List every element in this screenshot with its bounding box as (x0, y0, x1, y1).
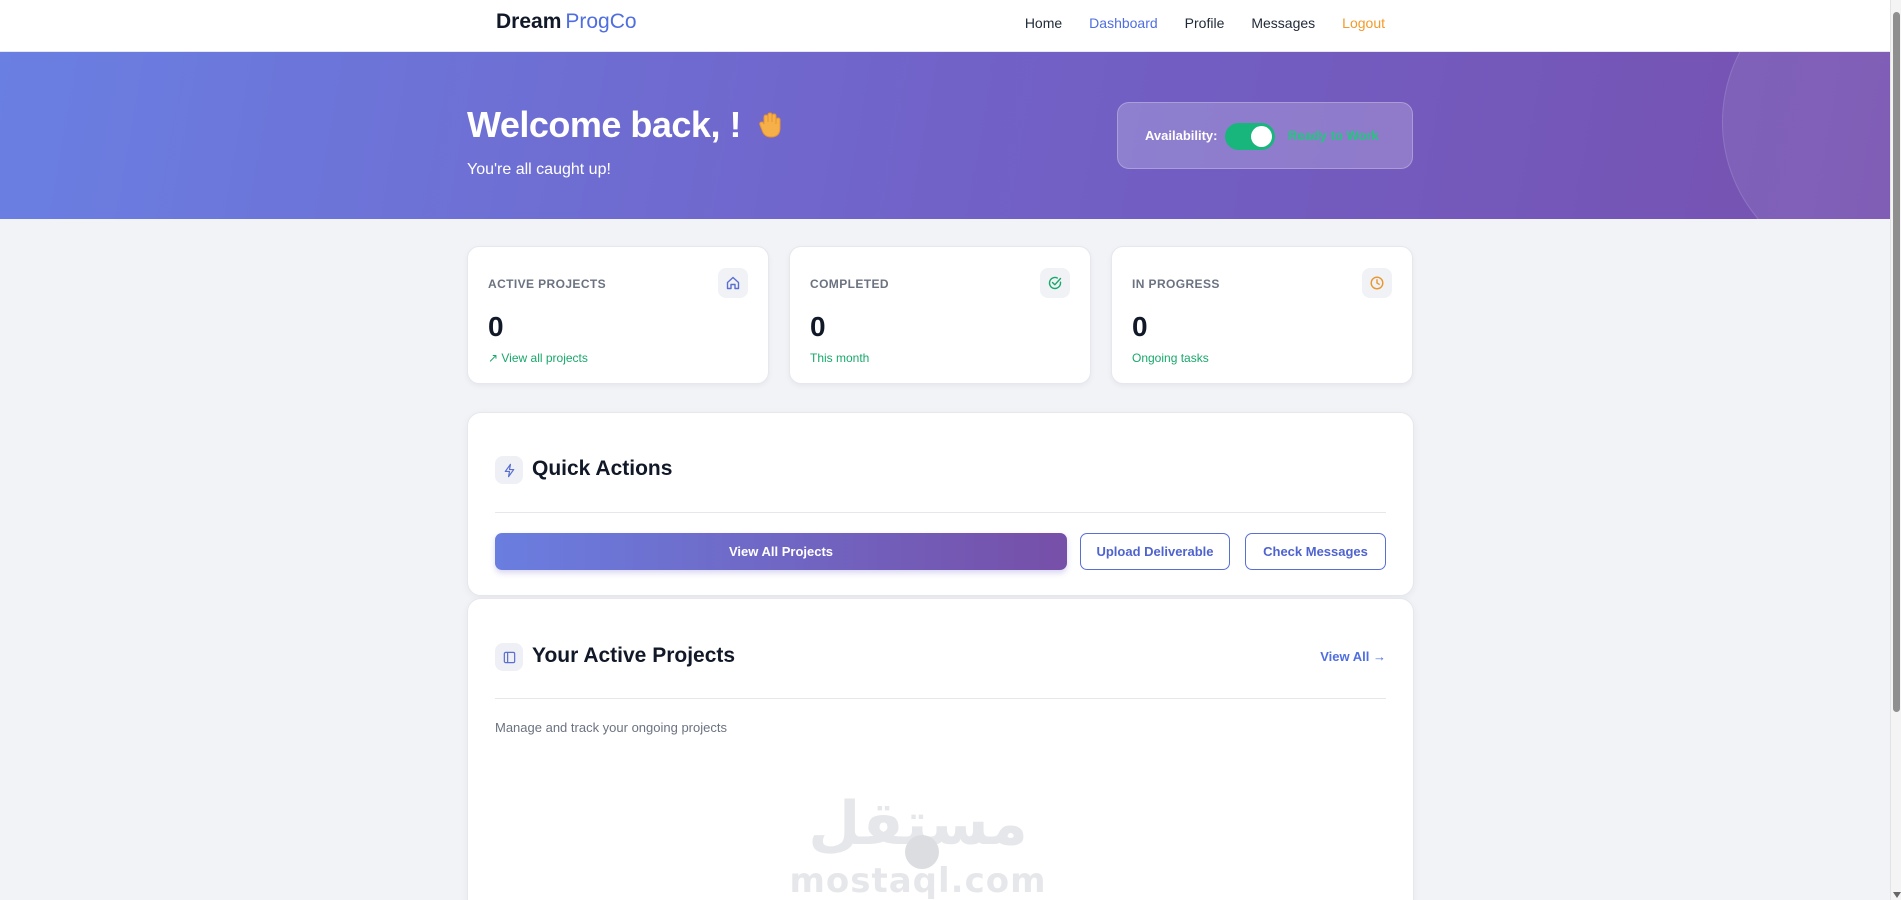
upload-deliverable-button[interactable]: Upload Deliverable (1080, 533, 1230, 570)
hero-decoration (1722, 52, 1890, 219)
scrollbar-thumb[interactable] (1893, 12, 1900, 712)
welcome-subtitle: You're all caught up! (467, 161, 611, 178)
stat-caption: Ongoing tasks (1132, 351, 1209, 365)
check-messages-button[interactable]: Check Messages (1245, 533, 1386, 570)
brand-logo[interactable]: Dream ProgCo (496, 10, 637, 34)
sidebar-layout-icon (495, 643, 523, 671)
availability-panel: Availability: Ready to Work (1117, 102, 1413, 169)
nav-links: Home Dashboard Profile Messages Logout (1025, 15, 1385, 31)
nav-home-link[interactable]: Home (1025, 15, 1062, 31)
stat-label: COMPLETED (810, 277, 889, 291)
nav-messages-link[interactable]: Messages (1251, 15, 1315, 31)
home-icon (718, 268, 748, 298)
nav-profile-link[interactable]: Profile (1185, 15, 1225, 31)
top-navbar: Dream ProgCo Home Dashboard Profile Messa… (0, 0, 1890, 52)
availability-toggle[interactable] (1225, 123, 1275, 150)
view-all-projects-link[interactable]: ↗ View all projects (488, 351, 588, 365)
stat-card-completed: COMPLETED 0 This month (789, 246, 1091, 384)
availability-label: Availability: (1145, 128, 1218, 143)
stat-caption: This month (810, 351, 870, 365)
stat-value: 0 (810, 311, 826, 342)
page-scrollbar[interactable] (1890, 0, 1901, 900)
view-all-projects-button[interactable]: View All Projects (495, 533, 1067, 570)
mostaql-watermark: مستقل mostaql.com (768, 789, 1068, 900)
quick-actions-title: Quick Actions (532, 457, 673, 480)
stat-card-active-projects: ACTIVE PROJECTS 0 ↗ View all projects (467, 246, 769, 384)
clock-icon (1362, 268, 1392, 298)
divider (495, 698, 1386, 699)
stat-value: 0 (488, 311, 504, 342)
waving-hand-icon (759, 112, 781, 138)
scroll-down-arrow-icon[interactable] (1893, 892, 1901, 898)
stat-label: IN PROGRESS (1132, 277, 1220, 291)
quick-actions-panel: Quick Actions View All Projects Upload D… (467, 412, 1414, 596)
welcome-text: Welcome back, ! (467, 104, 741, 145)
view-all-link[interactable]: View All → (1320, 649, 1386, 664)
divider (495, 512, 1386, 513)
stat-card-in-progress: IN PROGRESS 0 Ongoing tasks (1111, 246, 1413, 384)
lightning-icon (495, 456, 523, 484)
availability-status: Ready to Work (1288, 128, 1379, 143)
stat-label: ACTIVE PROJECTS (488, 277, 607, 291)
welcome-hero: Welcome back, ! You're all caught up! Av… (0, 52, 1890, 219)
active-projects-description: Manage and track your ongoing projects (495, 720, 727, 735)
stat-value: 0 (1132, 311, 1148, 342)
check-circle-icon (1040, 268, 1070, 298)
nav-logout-link[interactable]: Logout (1342, 15, 1385, 31)
brand-accent: ProgCo (565, 10, 637, 33)
watermark-latin: mostaql.com (789, 861, 1047, 900)
toggle-knob (1251, 126, 1272, 147)
nav-dashboard-link[interactable]: Dashboard (1089, 15, 1158, 31)
active-projects-panel: Your Active Projects View All → Manage a… (467, 598, 1414, 900)
welcome-heading: Welcome back, ! (467, 104, 785, 146)
active-projects-title: Your Active Projects (532, 644, 736, 667)
brand-name: Dream (496, 10, 562, 33)
